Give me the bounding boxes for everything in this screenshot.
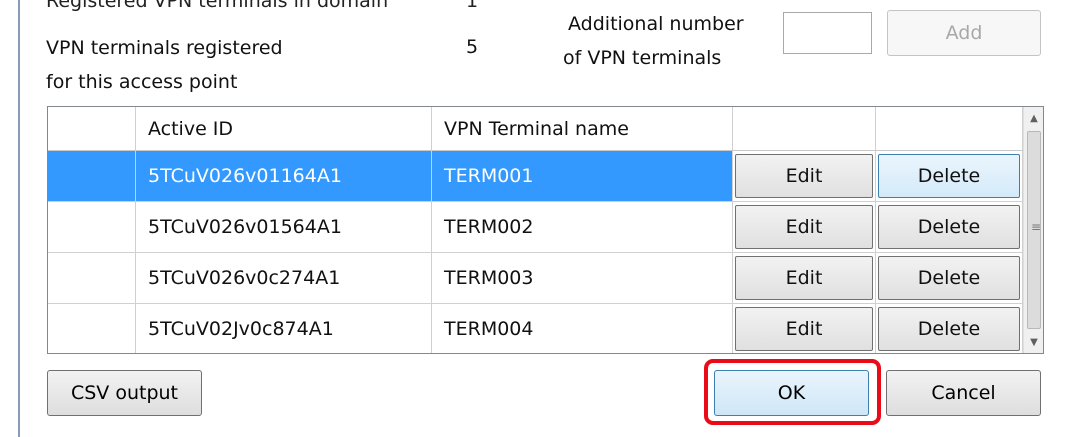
edit-cell: Edit xyxy=(733,304,876,353)
vertical-scrollbar[interactable]: ▲ ≡ ▼ xyxy=(1023,107,1043,353)
terminal-name-cell: TERM001 xyxy=(432,151,733,202)
cancel-button[interactable]: Cancel xyxy=(886,370,1041,416)
delete-cell: Delete xyxy=(876,202,1023,253)
registered-in-domain-label: Registered VPN terminals in domain xyxy=(46,0,389,12)
active-id-cell: 5TCuV026v01164A1 xyxy=(136,151,432,202)
scroll-up-arrow-icon[interactable]: ▲ xyxy=(1024,107,1043,129)
scroll-down-arrow-icon[interactable]: ▼ xyxy=(1024,331,1043,353)
row-selector[interactable] xyxy=(48,202,136,253)
header-row-selector xyxy=(48,107,136,151)
table-row[interactable]: 5TCuV026v0c274A1 TERM003 Edit Delete xyxy=(48,253,1023,304)
delete-cell: Delete xyxy=(876,304,1023,353)
terminal-name-cell: TERM003 xyxy=(432,253,733,304)
row-selector[interactable] xyxy=(48,253,136,304)
terminal-name-cell: TERM002 xyxy=(432,202,733,253)
additional-terminals-input[interactable] xyxy=(783,12,872,54)
header-edit-column xyxy=(733,107,876,151)
delete-cell: Delete xyxy=(876,151,1023,202)
header-terminal-name[interactable]: VPN Terminal name xyxy=(432,107,733,151)
edit-cell: Edit xyxy=(733,202,876,253)
ok-button[interactable]: OK xyxy=(714,370,869,416)
delete-button[interactable]: Delete xyxy=(878,205,1020,249)
edit-button[interactable]: Edit xyxy=(735,154,873,198)
delete-button[interactable]: Delete xyxy=(878,256,1020,300)
add-button[interactable]: Add xyxy=(887,10,1041,56)
additional-label-line1: Additional number xyxy=(568,13,744,35)
edit-cell: Edit xyxy=(733,253,876,304)
active-id-cell: 5TCuV026v01564A1 xyxy=(136,202,432,253)
window-left-border xyxy=(18,0,20,437)
edit-cell: Edit xyxy=(733,151,876,202)
table-row[interactable]: 5TCuV02Jv0c874A1 TERM004 Edit Delete xyxy=(48,304,1023,353)
csv-output-button[interactable]: CSV output xyxy=(47,370,202,416)
row-selector[interactable] xyxy=(48,151,136,202)
additional-label-line2: of VPN terminals xyxy=(563,47,722,69)
registered-in-domain-count: 1 xyxy=(466,0,479,12)
table-header: Active ID VPN Terminal name xyxy=(48,107,1023,151)
registered-ap-label-line2: for this access point xyxy=(46,71,238,93)
vpn-terminal-grid: Active ID VPN Terminal name 5TCuV026v011… xyxy=(47,106,1044,354)
delete-cell: Delete xyxy=(876,253,1023,304)
scroll-grip-icon: ≡ xyxy=(1031,220,1042,234)
active-id-cell: 5TCuV026v0c274A1 xyxy=(136,253,432,304)
edit-button[interactable]: Edit xyxy=(735,256,873,300)
registered-ap-count: 5 xyxy=(466,36,479,58)
header-delete-column xyxy=(876,107,1023,151)
scroll-thumb[interactable]: ≡ xyxy=(1027,131,1041,329)
edit-button[interactable]: Edit xyxy=(735,307,873,351)
delete-button[interactable]: Delete xyxy=(878,307,1020,351)
active-id-cell: 5TCuV02Jv0c874A1 xyxy=(136,304,432,353)
row-selector[interactable] xyxy=(48,304,136,353)
delete-button[interactable]: Delete xyxy=(878,154,1020,198)
header-active-id[interactable]: Active ID xyxy=(136,107,432,151)
terminal-name-cell: TERM004 xyxy=(432,304,733,353)
table-row[interactable]: 5TCuV026v01164A1 TERM001 Edit Delete xyxy=(48,151,1023,202)
edit-button[interactable]: Edit xyxy=(735,205,873,249)
table-row[interactable]: 5TCuV026v01564A1 TERM002 Edit Delete xyxy=(48,202,1023,253)
registered-ap-label-line1: VPN terminals registered xyxy=(46,37,283,59)
